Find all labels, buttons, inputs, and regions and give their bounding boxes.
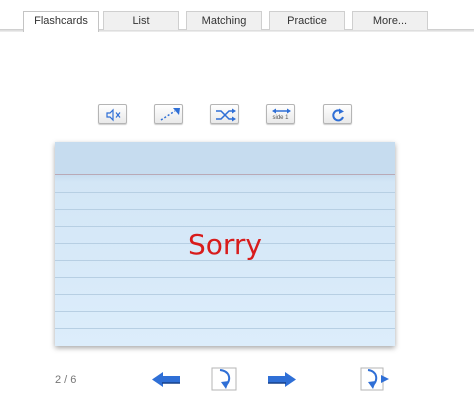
card-counter: 2 / 6 — [55, 374, 77, 386]
card-rule-line — [55, 328, 395, 329]
tab-matching[interactable]: Matching — [186, 11, 262, 30]
shuffle-icon — [216, 108, 236, 122]
tab-list[interactable]: List — [103, 11, 179, 30]
previous-card-button[interactable] — [150, 366, 182, 392]
card-rule-line — [55, 277, 395, 278]
left-arrow-icon — [152, 372, 180, 387]
card-rule-line — [55, 209, 395, 210]
right-arrow-icon — [268, 372, 296, 387]
flashcard[interactable]: Sorry — [55, 142, 395, 346]
refresh-button[interactable] — [323, 104, 352, 124]
card-rule-line — [55, 294, 395, 295]
card-rule-line — [55, 192, 395, 193]
card-rule-line — [55, 226, 395, 227]
tab-flashcards[interactable]: Flashcards — [23, 11, 99, 32]
side-label: side 1 — [272, 115, 289, 121]
autoplay-button[interactable] — [154, 104, 183, 124]
tab-more[interactable]: More... — [352, 11, 428, 30]
next-card-button[interactable] — [266, 366, 298, 392]
tab-bar: Flashcards List Matching Practice More..… — [0, 0, 474, 34]
autoplay-arrow-icon — [160, 108, 180, 121]
speaker-muted-icon — [106, 108, 121, 122]
card-term: Sorry — [187, 228, 262, 261]
card-rule-line — [55, 311, 395, 312]
shuffle-button[interactable] — [210, 104, 239, 124]
tab-practice[interactable]: Practice — [269, 11, 345, 30]
flip-card-button[interactable] — [210, 366, 242, 392]
mute-button[interactable] — [98, 104, 127, 124]
refresh-icon — [332, 108, 344, 122]
flip-and-next-button[interactable] — [359, 366, 391, 392]
flip-card-icon — [211, 367, 237, 391]
flip-side-button[interactable]: side 1 — [266, 104, 295, 124]
flip-next-icon — [360, 367, 389, 391]
card-header-line — [55, 174, 395, 175]
